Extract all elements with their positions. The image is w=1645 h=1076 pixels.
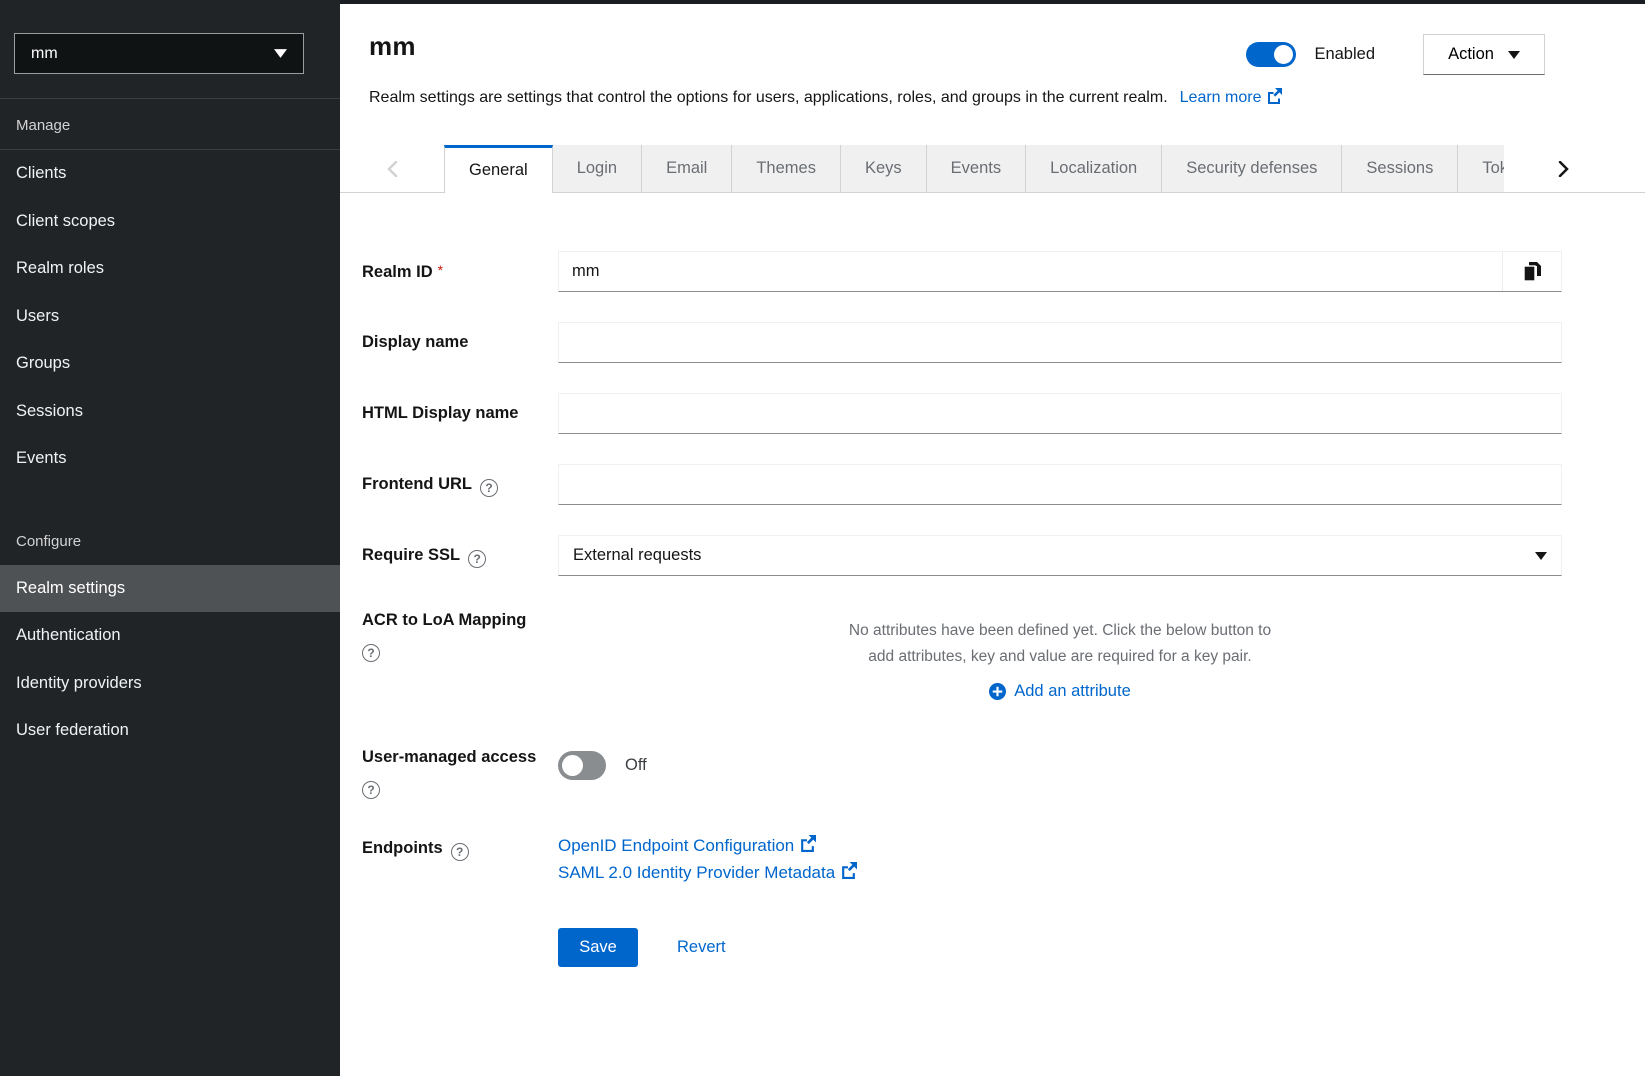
realm-selector-dropdown[interactable]: mm — [14, 33, 304, 74]
display-name-row: Display name — [362, 322, 1562, 363]
tab-sessions[interactable]: Sessions — [1342, 145, 1458, 193]
page-description-row: Realm settings are settings that control… — [340, 75, 1645, 111]
sidebar-item-users[interactable]: Users — [0, 293, 340, 341]
acr-loa-empty-text: No attributes have been defined yet. Cli… — [840, 618, 1280, 669]
help-icon[interactable]: ? — [362, 781, 380, 799]
sidebar-item-client-scopes[interactable]: Client scopes — [0, 198, 340, 246]
action-label: Action — [1448, 45, 1494, 64]
required-asterisk: * — [438, 262, 443, 278]
tab-scroll-right-button[interactable] — [1504, 145, 1645, 193]
action-dropdown-button[interactable]: Action — [1423, 34, 1545, 75]
sidebar-item-realm-settings[interactable]: Realm settings — [0, 565, 340, 613]
copy-icon — [1523, 261, 1542, 282]
frontend-url-row: Frontend URL? — [362, 464, 1562, 505]
save-button[interactable]: Save — [558, 928, 638, 967]
learn-more-label: Learn more — [1180, 89, 1262, 106]
openid-endpoint-link[interactable]: OpenID Endpoint Configuration — [558, 835, 1562, 857]
sidebar-item-identity-providers[interactable]: Identity providers — [0, 660, 340, 708]
chevron-left-icon — [387, 161, 398, 177]
realm-selector-value: mm — [31, 45, 58, 63]
caret-down-icon — [1535, 552, 1547, 560]
toggle-knob — [562, 755, 583, 776]
tab-login[interactable]: Login — [553, 145, 642, 193]
copy-button[interactable] — [1502, 252, 1561, 291]
tab-email[interactable]: Email — [642, 145, 732, 193]
tab-events[interactable]: Events — [927, 145, 1026, 193]
require-ssl-label: Require SSL — [362, 546, 460, 564]
tab-themes[interactable]: Themes — [732, 145, 841, 193]
frontend-url-input[interactable] — [558, 464, 1562, 505]
caret-down-icon — [1508, 51, 1520, 59]
general-settings-form: Realm ID * Display name — [340, 193, 1645, 967]
tab-security-defenses[interactable]: Security defenses — [1162, 145, 1342, 193]
sidebar-item-authentication[interactable]: Authentication — [0, 612, 340, 660]
openid-endpoint-label: OpenID Endpoint Configuration — [558, 836, 794, 856]
nav-group-manage: Manage — [0, 99, 340, 150]
sidebar-item-user-federation[interactable]: User federation — [0, 707, 340, 755]
sidebar-item-events[interactable]: Events — [0, 435, 340, 483]
saml-metadata-link[interactable]: SAML 2.0 Identity Provider Metadata — [558, 862, 1562, 884]
realm-id-row: Realm ID * — [362, 251, 1562, 292]
sidebar: mm Manage Clients Client scopes Realm ro… — [0, 0, 340, 1076]
main-content: mm Enabled Action Realm settings are set… — [340, 0, 1645, 1076]
realm-id-label: Realm ID — [362, 263, 433, 281]
html-display-name-row: HTML Display name — [362, 393, 1562, 434]
acr-loa-empty-state: No attributes have been defined yet. Cli… — [558, 606, 1562, 705]
revert-link[interactable]: Revert — [677, 938, 726, 957]
add-attribute-link[interactable]: Add an attribute — [989, 682, 1131, 701]
add-attribute-label: Add an attribute — [1014, 682, 1131, 701]
require-ssl-select[interactable]: External requests — [558, 535, 1562, 576]
user-managed-access-row: User-managed access ? Off — [362, 743, 1562, 799]
realm-enabled-toggle[interactable] — [1246, 42, 1296, 67]
user-managed-access-state: Off — [625, 756, 647, 775]
sidebar-item-sessions[interactable]: Sessions — [0, 388, 340, 436]
tab-general[interactable]: General — [444, 145, 553, 193]
tab-scroll-left-button[interactable] — [340, 145, 444, 193]
form-actions: Save Revert — [558, 928, 1562, 967]
chevron-down-icon — [274, 49, 287, 58]
saml-metadata-label: SAML 2.0 Identity Provider Metadata — [558, 863, 835, 883]
help-icon[interactable]: ? — [451, 843, 469, 861]
toggle-knob — [1274, 45, 1293, 64]
endpoints-row: Endpoints? OpenID Endpoint Configuration… — [362, 833, 1562, 884]
sidebar-item-realm-roles[interactable]: Realm roles — [0, 245, 340, 293]
enabled-label: Enabled — [1314, 45, 1375, 64]
tab-keys[interactable]: Keys — [841, 145, 927, 193]
user-managed-access-toggle[interactable] — [558, 751, 606, 780]
external-link-icon — [840, 862, 857, 884]
plus-circle-icon — [989, 683, 1006, 700]
sidebar-item-groups[interactable]: Groups — [0, 340, 340, 388]
display-name-input[interactable] — [558, 322, 1562, 363]
realm-selector-header: mm — [0, 0, 340, 99]
tab-bar: General Login Email Themes Keys Events L… — [340, 145, 1645, 193]
page-header: mm Enabled Action — [340, 4, 1645, 75]
acr-loa-row: ACR to LoA Mapping ? No attributes have … — [362, 606, 1562, 705]
external-link-icon — [799, 835, 816, 857]
nav-group-configure: Configure — [0, 515, 340, 565]
header-controls: Enabled Action — [1246, 34, 1545, 75]
page-title: mm — [369, 31, 416, 62]
chevron-right-icon — [1558, 161, 1569, 177]
learn-more-link[interactable]: Learn more — [1180, 89, 1283, 106]
html-display-name-label: HTML Display name — [362, 404, 518, 422]
external-link-icon — [1266, 88, 1282, 111]
page-description: Realm settings are settings that control… — [369, 89, 1168, 106]
require-ssl-row: Require SSL? External requests — [362, 535, 1562, 576]
help-icon[interactable]: ? — [468, 550, 486, 568]
frontend-url-label: Frontend URL — [362, 475, 472, 493]
sidebar-item-clients[interactable]: Clients — [0, 150, 340, 198]
require-ssl-value: External requests — [573, 546, 701, 565]
realm-id-input-group — [558, 251, 1562, 292]
display-name-label: Display name — [362, 333, 468, 351]
help-icon[interactable]: ? — [480, 479, 498, 497]
help-icon[interactable]: ? — [362, 644, 380, 662]
tab-localization[interactable]: Localization — [1026, 145, 1162, 193]
user-managed-access-label: User-managed access — [362, 748, 536, 766]
html-display-name-input[interactable] — [558, 393, 1562, 434]
tab-tokens-truncated[interactable]: Tok — [1458, 145, 1504, 193]
acr-loa-label: ACR to LoA Mapping — [362, 611, 526, 629]
realm-id-input[interactable] — [559, 252, 1502, 291]
endpoints-label: Endpoints — [362, 839, 443, 857]
